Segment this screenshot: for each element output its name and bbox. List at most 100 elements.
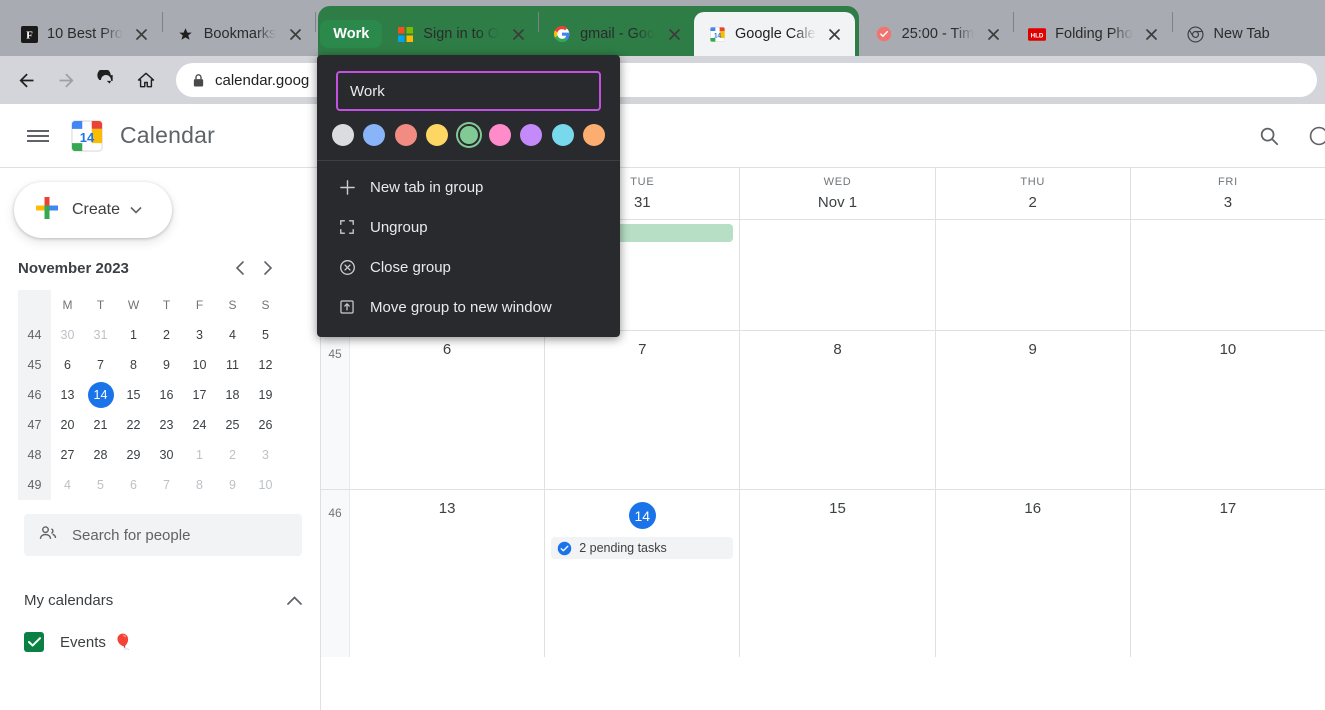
mini-day[interactable]: 21 [84,410,117,440]
mini-day[interactable]: 1 [117,320,150,350]
mini-day-today[interactable]: 14 [84,380,117,410]
tab-gmail[interactable]: gmail - Goo [539,12,694,56]
task-chip[interactable]: 2 pending tasks [551,537,734,559]
day-cell-14-today[interactable]: 14 2 pending tasks [545,490,741,657]
day-number[interactable]: 2 [936,194,1130,211]
day-cell-7[interactable]: 7 [545,331,741,489]
mini-day[interactable]: 5 [249,320,282,350]
close-icon[interactable] [508,24,528,44]
color-swatch-orange[interactable] [583,124,605,146]
mini-day[interactable]: 24 [183,410,216,440]
mini-day[interactable]: 19 [249,380,282,410]
color-swatch-green-selected[interactable] [457,124,480,146]
day-cell-9[interactable]: 9 [936,331,1131,489]
group-name-input[interactable]: Work [336,71,601,111]
close-icon[interactable] [664,24,684,44]
mini-calendar-next-icon[interactable] [254,254,282,282]
chevron-up-icon[interactable] [287,592,302,609]
mini-day[interactable]: 22 [117,410,150,440]
mini-day[interactable]: 29 [117,440,150,470]
color-swatch-yellow[interactable] [426,124,449,146]
mini-day[interactable]: 10 [249,470,282,500]
mini-day[interactable]: 16 [150,380,183,410]
search-for-people-input[interactable]: Search for people [24,514,302,556]
day-cell-6[interactable]: 6 [350,331,546,489]
mini-day[interactable]: 1 [183,440,216,470]
mini-day[interactable]: 30 [51,320,84,350]
search-icon[interactable] [1249,116,1289,156]
color-swatch-cyan[interactable] [551,124,574,146]
tab-new-tab[interactable]: New Tab [1173,12,1280,56]
day-cell-15[interactable]: 15 [740,490,936,657]
menu-item-ungroup[interactable]: Ungroup [317,207,620,247]
day-number[interactable]: 10 [1220,341,1237,358]
mini-day[interactable]: 8 [183,470,216,500]
day-number[interactable]: 15 [829,500,846,517]
mini-day[interactable]: 3 [249,440,282,470]
mini-day[interactable]: 30 [150,440,183,470]
day-cell-17[interactable]: 17 [1131,490,1325,657]
day-number[interactable]: 6 [443,341,451,358]
mini-day[interactable]: 2 [216,440,249,470]
mini-day[interactable]: 6 [117,470,150,500]
close-icon[interactable] [1142,24,1162,44]
day-number[interactable]: 17 [1220,500,1237,517]
day-number[interactable]: 3 [1131,194,1325,211]
create-button[interactable]: Create [14,182,172,238]
day-number[interactable]: 16 [1024,500,1041,517]
day-cell-8[interactable]: 8 [740,331,936,489]
color-swatch-purple[interactable] [520,124,543,146]
close-icon[interactable] [285,24,305,44]
back-arrow-icon[interactable] [8,62,44,98]
mini-calendar-prev-icon[interactable] [226,254,254,282]
mini-day[interactable]: 28 [84,440,117,470]
day-cell-10[interactable]: 10 [1131,331,1325,489]
mini-day[interactable]: 9 [150,350,183,380]
mini-day[interactable]: 10 [183,350,216,380]
mini-day[interactable]: 15 [117,380,150,410]
day-number[interactable]: 13 [439,500,456,517]
menu-icon[interactable] [18,116,58,156]
tab-timer[interactable]: 25:00 - Tim [861,12,1014,56]
menu-item-new-tab-in-group[interactable]: New tab in group [317,167,620,207]
tab-group-label[interactable]: Work [320,20,383,48]
reload-icon[interactable] [88,62,124,98]
mini-day[interactable]: 6 [51,350,84,380]
color-swatch-red[interactable] [394,124,417,146]
mini-day[interactable]: 18 [216,380,249,410]
my-calendars-section-header[interactable]: My calendars [24,582,302,618]
menu-item-move-group-to-new-window[interactable]: Move group to new window [317,287,620,327]
day-number[interactable]: 8 [833,341,841,358]
mini-day[interactable]: 8 [117,350,150,380]
mini-day[interactable]: 3 [183,320,216,350]
checkbox-checked-icon[interactable] [24,632,44,652]
tab-bookmarks[interactable]: Bookmarks [163,12,316,56]
day-number[interactable]: 7 [638,341,646,358]
mini-day[interactable]: 5 [84,470,117,500]
day-cell-2[interactable]: THU 2 [935,168,1131,330]
tab-10-best-pro[interactable]: F 10 Best Pro [6,12,162,56]
tab-folding-pho[interactable]: HLD Folding Pho [1014,12,1171,56]
mini-day[interactable]: 26 [249,410,282,440]
mini-day[interactable]: 7 [84,350,117,380]
color-swatch-pink[interactable] [488,124,511,146]
color-swatch-blue[interactable] [363,124,386,146]
mini-day[interactable]: 2 [150,320,183,350]
day-cell-nov-1[interactable]: WED Nov 1 [740,168,936,330]
help-icon[interactable] [1299,116,1325,156]
chevron-down-icon[interactable] [130,201,142,219]
close-icon[interactable] [132,24,152,44]
mini-day[interactable]: 9 [216,470,249,500]
color-swatch-grey[interactable] [332,124,354,146]
home-icon[interactable] [128,62,164,98]
day-number[interactable]: Nov 1 [740,194,934,211]
mini-day[interactable]: 25 [216,410,249,440]
menu-item-close-group[interactable]: Close group [317,247,620,287]
day-number[interactable]: 9 [1029,341,1037,358]
mini-day[interactable]: 7 [150,470,183,500]
close-icon[interactable] [825,24,845,44]
calendar-item-events[interactable]: Events 🎈 [24,624,302,660]
mini-day[interactable]: 4 [216,320,249,350]
mini-day[interactable]: 20 [51,410,84,440]
mini-day[interactable]: 4 [51,470,84,500]
